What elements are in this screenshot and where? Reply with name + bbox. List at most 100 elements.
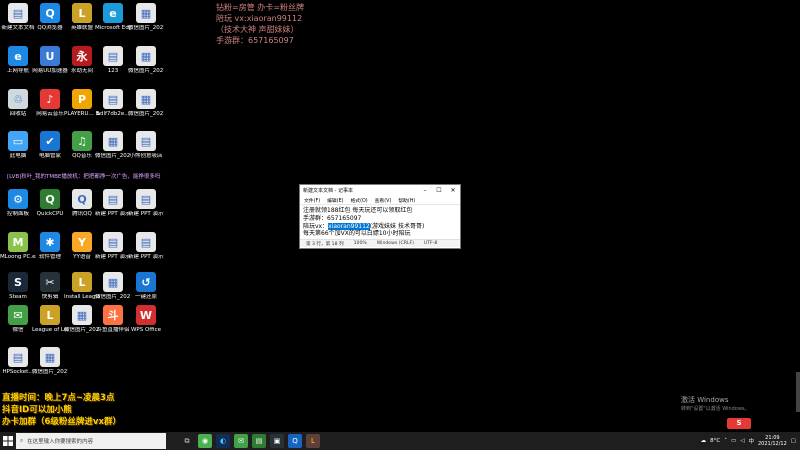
desktop-icon[interactable]: ▦微信图片_2021112...: [32, 347, 68, 376]
desktop-icon[interactable]: Y YY语音: [66, 232, 98, 261]
desktop-icon[interactable]: ✂ 快剪辑: [34, 272, 66, 301]
notepad-title: 新建文本文档 - 记事本: [303, 188, 353, 194]
desktop-icon[interactable]: M MLoong PC.exe: [0, 232, 36, 261]
menu-help[interactable]: 帮助(H): [398, 197, 415, 204]
desktop-icon[interactable]: ♪ 网易云音乐: [34, 89, 66, 118]
notepad-window[interactable]: 新建文本文档 - 记事本 – ☐ ✕ 文件(F) 编辑(E) 格式(O) 查看(…: [299, 184, 461, 249]
desktop-icon-label: QuickCPU: [36, 211, 64, 217]
desktop-icon[interactable]: ▤ HPSocket...: [2, 347, 34, 376]
desktop-icon-grid: ▤新建文本文档QQQ浏览器L英雄联盟eMicrosoft Edge▦微信图片_2…: [0, 0, 170, 430]
desktop-icon-label: 小熊创意吸店: [129, 153, 163, 159]
desktop-icon[interactable]: W WPS Office: [130, 305, 162, 334]
app-icon: ⚙: [8, 189, 28, 209]
desktop-icon[interactable]: ▦微信图片_2021112...: [95, 272, 131, 301]
notification-icon[interactable]: ▢: [791, 438, 796, 444]
app-icon: 斗: [103, 305, 123, 325]
start-button[interactable]: [0, 432, 16, 450]
desktop-icon-label: League of Legends: [32, 327, 68, 333]
stream-ticker-text: [LVB]秋叶_我的TMBE播放机：把把都挣一次广告，能挣很多吗: [7, 174, 161, 180]
qq-browser-icon[interactable]: Q: [288, 434, 302, 448]
desktop-icon[interactable]: ▤ bdlf7db2e...: [96, 89, 130, 118]
desktop-icon[interactable]: ▤ 123: [97, 46, 129, 75]
activate-subtitle: 转到"设置"以激活 Windows。: [681, 406, 750, 412]
desktop-icon[interactable]: ▤ 小熊创意吸店: [129, 131, 163, 160]
desktop-icon[interactable]: 永永劫无间: [66, 46, 98, 75]
app-icon: ▦: [136, 46, 156, 66]
text-line: 手游群：657165097: [303, 214, 362, 222]
desktop-icon[interactable]: L League of Legends: [32, 305, 68, 334]
desktop-icon-label: 控制面板: [6, 211, 29, 217]
desktop-icon[interactable]: ▤ 新建 PPT 演示文稿: [95, 189, 131, 218]
desktop-icon[interactable]: e 上网导航: [2, 46, 34, 75]
desktop-icon[interactable]: ▦微信图片_2021112...: [95, 131, 131, 160]
overlay-line: 抖音ID可以加小熊: [2, 405, 72, 415]
notepad-titlebar[interactable]: 新建文本文档 - 记事本 – ☐ ✕: [300, 185, 460, 196]
desktop-icon[interactable]: Q QQ浏览器: [34, 3, 66, 32]
desktop-icon-label: 上网导航: [6, 68, 29, 74]
desktop-icon-label: bdlf7db2e...: [96, 111, 130, 117]
task-view-icon[interactable]: ⧉: [180, 434, 194, 448]
minimize-icon[interactable]: –: [418, 187, 432, 194]
menu-view[interactable]: 查看(V): [375, 197, 392, 204]
media-icon[interactable]: ◐: [216, 434, 230, 448]
close-icon[interactable]: ✕: [446, 187, 460, 194]
notepad-text-area[interactable]: 注册就领188红包 每天玩还可以领取红包 手游群：657165097 陪玩vx：…: [300, 205, 460, 239]
desktop-icon[interactable]: S Steam: [2, 272, 34, 301]
desktop-icon[interactable]: ▦微信图片_2021112...: [128, 89, 164, 118]
desktop-icon[interactable]: ▭ 此电脑: [2, 131, 34, 160]
desktop-icon[interactable]: Q 腾讯QQ: [66, 189, 98, 218]
menu-file[interactable]: 文件(F): [304, 197, 320, 204]
desktop-icon[interactable]: ▦微信图片_2021112...: [64, 305, 100, 334]
menu-edit[interactable]: 编辑(E): [327, 197, 343, 204]
overlay-line: （技术大神 声甜妹妹）: [216, 25, 299, 34]
desktop-icon[interactable]: ▤ 新建 PPT 演示文稿: [128, 189, 164, 218]
wechat-icon[interactable]: ✉: [234, 434, 248, 448]
desktop-icon[interactable]: U 网易UU加速器: [32, 46, 68, 75]
desktop-icon-label: Microsoft Edge: [95, 25, 131, 31]
desktop-icon-label: 微信图片_2021112...: [128, 68, 164, 74]
desktop-icon[interactable]: ✉ 微信: [2, 305, 34, 334]
desktop-icon[interactable]: ✔ 电脑管家: [34, 131, 66, 160]
app-icon: ▦: [136, 3, 156, 23]
desktop-icon-label: HPSocket...: [2, 369, 34, 375]
desktop-icon[interactable]: L 英雄联盟: [66, 3, 98, 32]
desktop-icon[interactable]: e Microsoft Edge: [95, 3, 131, 32]
maximize-icon[interactable]: ☐: [432, 187, 446, 194]
weather-icon[interactable]: ☁: [701, 438, 707, 444]
app-icon: ▤: [103, 89, 123, 109]
notepad-taskbar-icon[interactable]: ▤: [252, 434, 266, 448]
desktop-icon[interactable]: ♫ QQ音乐: [66, 131, 98, 160]
desktop-icon[interactable]: PPLAYERU... BATTLEGR...: [64, 89, 100, 118]
desktop-icon[interactable]: ▦ 微信图片_2021112...: [128, 46, 164, 75]
network-icon[interactable]: ▭: [731, 438, 736, 444]
input-language[interactable]: 中: [748, 437, 754, 445]
volume-icon[interactable]: ◁: [740, 438, 744, 444]
desktop-icon[interactable]: ↺ 一键还原: [130, 272, 162, 301]
desktop-icon[interactable]: ♲ 回收站: [2, 89, 34, 118]
overlay-line: 钻粉=房管 办卡=粉丝牌: [216, 3, 304, 12]
app-icon: ♫: [72, 131, 92, 151]
desktop-icon[interactable]: LInstall League ...: [64, 272, 100, 301]
desktop-icon[interactable]: 斗斗鱼直播伴侣: [96, 305, 130, 334]
clock[interactable]: 21:09 2021/12/12: [758, 435, 787, 448]
selected-text: xiaoran99112: [328, 222, 370, 230]
desktop-icon[interactable]: ⚙ 控制面板: [2, 189, 34, 218]
desktop-icon[interactable]: Q QuickCPU: [34, 189, 66, 218]
chevron-up-icon[interactable]: ˄: [724, 438, 727, 444]
desktop-icon[interactable]: ✱ 软件管理: [34, 232, 66, 261]
desktop-icon[interactable]: ▤ 新建 PPT 演示文稿: [95, 232, 131, 261]
desktop-icon[interactable]: ▤ 新建 PPT 演示文稿: [128, 232, 164, 261]
app-icon: ♲: [8, 89, 28, 109]
desktop-icon-label: 回收站: [9, 111, 27, 117]
desktop-icon[interactable]: ▤ 新建文本文档: [1, 3, 35, 32]
app-icon: P: [72, 89, 92, 109]
app-icon: ✔: [40, 131, 60, 151]
app-icon: e: [103, 3, 123, 23]
capture-icon[interactable]: ▣: [270, 434, 284, 448]
league-icon[interactable]: L: [306, 434, 320, 448]
taskbar-search[interactable]: ⌕ 在这里输入你要搜索的内容: [16, 433, 166, 449]
desktop-icon-label: 新建 PPT 演示文稿: [95, 211, 131, 217]
desktop-icon[interactable]: ▦微信图片_2021112...: [128, 3, 164, 32]
chrome-icon[interactable]: ◉: [198, 434, 212, 448]
menu-format[interactable]: 格式(O): [350, 197, 367, 204]
